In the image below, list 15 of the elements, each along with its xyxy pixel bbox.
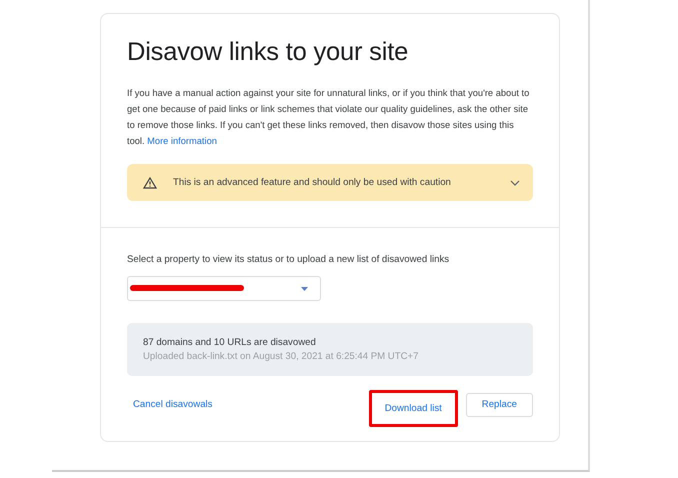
intro-paragraph: If you have a manual action against your site for unnatural links, or if you think that you're about to get one because of paid links or link schemes that violate our quality guidelines, ask the other site to remove those links. If you can't get these links removed, then disavow those sites using this tool. More information xyxy=(127,87,530,148)
more-information-link[interactable]: More information xyxy=(147,136,217,146)
warning-icon xyxy=(143,176,157,188)
property-label: Select a property to view its status or to upload a new list of disavowed links xyxy=(127,254,450,265)
cancel-link[interactable]: Cancel disavowals xyxy=(127,392,218,416)
page-title: Disavow links to your site xyxy=(127,38,410,67)
action-button[interactable]: Download list xyxy=(368,390,458,427)
status-summary: 87 domains and 10 URLs are disavowed xyxy=(143,337,317,348)
warning-text: This is an advanced feature and should only be used with caution xyxy=(173,177,452,188)
property-dropdown[interactable] xyxy=(127,276,321,301)
status-detail: Uploaded back-link.txt on August 30, 2021 at 6:25:44 PM UTC+7 xyxy=(143,351,420,362)
chevron-icon[interactable] xyxy=(510,180,520,186)
warning-banner[interactable]: This is an advanced feature and should only be used with caution xyxy=(127,164,533,201)
action-button[interactable]: Replace xyxy=(466,392,533,416)
dropdown-arrow-icon xyxy=(301,286,308,290)
